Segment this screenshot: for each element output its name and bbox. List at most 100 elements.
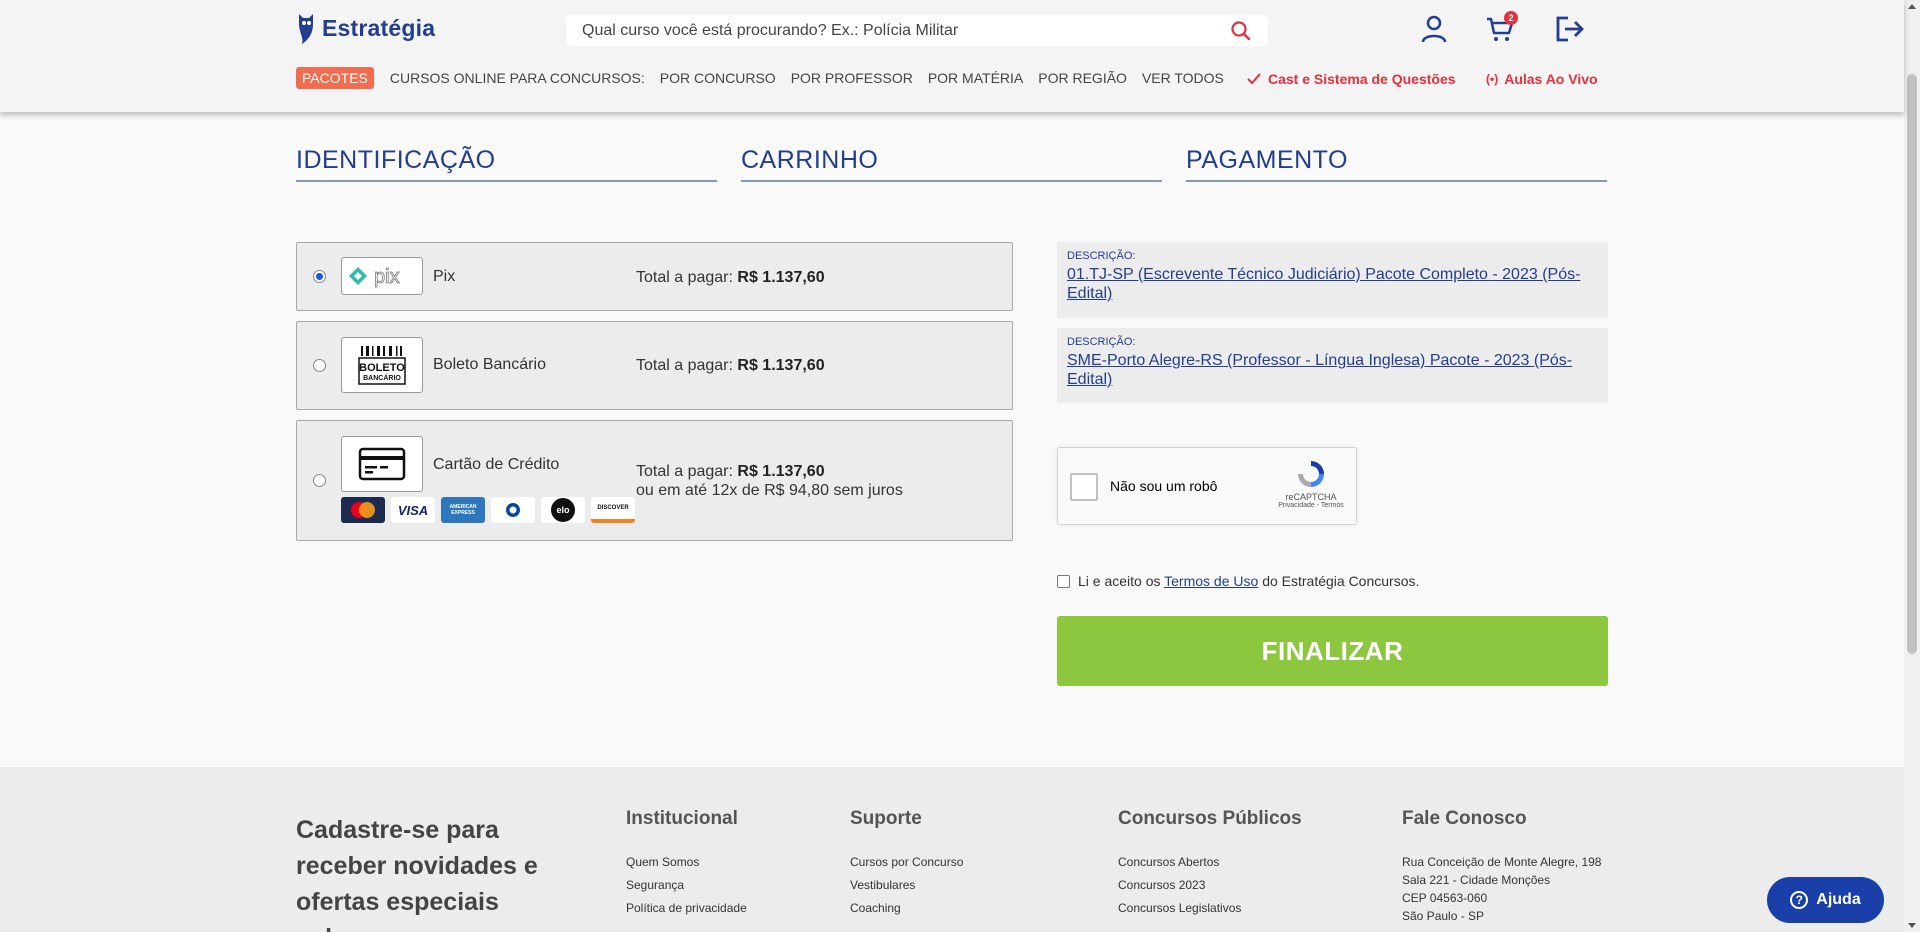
terms-after: do Estratégia Concursos.	[1262, 573, 1420, 589]
scrollbar[interactable]	[1904, 0, 1920, 932]
description-link[interactable]: SME-Porto Alegre-RS (Professor - Língua …	[1067, 351, 1598, 389]
svg-text:elo: elo	[556, 505, 570, 515]
footer-link[interactable]: Política de privacidade	[626, 901, 747, 915]
address-line: CEP 04563-060	[1402, 891, 1488, 905]
recaptcha-logo: reCAPTCHA Privacidade - Termos	[1276, 458, 1346, 509]
recaptcha-label: Não sou um robô	[1110, 478, 1218, 494]
footer-col-title: Concursos Públicos	[1118, 808, 1302, 829]
total-value: R$ 1.137,60	[737, 357, 825, 374]
installments-text: ou em até 12x de R$ 94,80 sem juros	[636, 482, 903, 499]
footer-link[interactable]: Concursos Legislativos	[1118, 901, 1302, 915]
visa-icon: VISA	[391, 497, 435, 523]
card-brands: VISA AMERICAN EXPRESS elo DISCOVER	[341, 497, 635, 523]
footer-col-title: Fale Conosco	[1402, 808, 1527, 829]
recaptcha-checkbox[interactable]	[1070, 473, 1098, 501]
svg-text:pix: pix	[374, 266, 400, 288]
address-line: São Paulo - SP	[1402, 909, 1485, 923]
finalizar-button[interactable]: FINALIZAR	[1057, 616, 1608, 686]
diners-icon	[491, 497, 535, 523]
step-pagamento: PAGAMENTO	[1186, 146, 1607, 182]
description-label: DESCRIÇÃO:	[1067, 250, 1136, 262]
help-button[interactable]: ? Ajuda	[1767, 877, 1884, 923]
total-value: R$ 1.137,60	[737, 463, 825, 480]
newsletter-heading: Cadastre-se para receber novidades e ofe…	[296, 816, 538, 932]
user-icon[interactable]	[1418, 13, 1450, 45]
recaptcha-icon	[1298, 461, 1324, 487]
scrollbar-thumb[interactable]	[1907, 74, 1917, 654]
nav-ver-todos[interactable]: VER TODOS	[1142, 70, 1224, 86]
scroll-up-arrow-icon[interactable]	[1908, 4, 1916, 9]
nav-cursos-online-label: CURSOS ONLINE PARA CONCURSOS:	[389, 70, 645, 86]
order-description-1: DESCRIÇÃO: 01.TJ-SP (Escrevente Técnico …	[1057, 242, 1608, 318]
description-label: DESCRIÇÃO:	[1067, 336, 1136, 348]
terms-link[interactable]: Termos de Uso	[1164, 573, 1258, 589]
boleto-total: Total a pagar: R$ 1.137,60	[636, 356, 825, 375]
cast-label: Cast e Sistema de Questões	[1268, 71, 1456, 87]
pix-radio[interactable]	[313, 270, 326, 283]
discover-icon: DISCOVER	[591, 497, 635, 523]
footer-institucional: Institucional Quem Somos Segurança Polít…	[626, 808, 747, 924]
aulas-ao-vivo-link[interactable]: (•) Aulas Ao Vivo	[1486, 71, 1598, 87]
aulas-label: Aulas Ao Vivo	[1504, 71, 1598, 87]
cart-count-badge: 2	[1504, 11, 1518, 25]
boleto-logo-icon: BOLETO BANCÁRIO	[341, 337, 423, 393]
payment-option-pix[interactable]: pix Pix Total a pagar: R$ 1.137,60	[296, 242, 1013, 311]
boleto-label: Boleto Bancário	[433, 356, 546, 373]
footer-col-title: Institucional	[626, 808, 738, 829]
search-icon[interactable]	[1230, 20, 1252, 42]
payment-option-cartao[interactable]: Cartão de Crédito Total a pagar: R$ 1.13…	[296, 420, 1013, 541]
nav-por-materia[interactable]: POR MATÉRIA	[928, 70, 1023, 86]
credit-card-icon	[341, 436, 423, 492]
recaptcha-widget: Não sou um robô reCAPTCHA Privacidade - …	[1057, 447, 1357, 525]
footer-link[interactable]: Cursos por Concurso	[850, 855, 963, 869]
pix-label: Pix	[433, 268, 456, 285]
footer-link[interactable]: Quem Somos	[626, 855, 747, 869]
help-label: Ajuda	[1816, 891, 1861, 908]
payment-option-boleto[interactable]: BOLETO BANCÁRIO Boleto Bancário Total a …	[296, 321, 1013, 410]
footer-link[interactable]: Vestibulares	[850, 878, 963, 892]
owl-logo-icon	[299, 14, 313, 44]
amex-icon: AMERICAN EXPRESS	[441, 497, 485, 523]
live-broadcast-icon: (•)	[1486, 72, 1499, 86]
step-label: CARRINHO	[741, 146, 879, 174]
step-carrinho: CARRINHO	[741, 146, 1162, 182]
terms-text: Li e aceito os Termos de Uso do Estratég…	[1078, 573, 1419, 589]
nav-por-concurso[interactable]: POR CONCURSO	[660, 70, 776, 86]
boleto-radio[interactable]	[313, 359, 326, 372]
description-link[interactable]: 01.TJ-SP (Escrevente Técnico Judiciário)…	[1067, 265, 1598, 303]
site-header: Estratégia 2 PACOTES CURSOS ONLINE PARA …	[0, 0, 1904, 112]
cast-link[interactable]: Cast e Sistema de Questões	[1246, 71, 1456, 87]
nav-por-professor[interactable]: POR PROFESSOR	[791, 70, 913, 86]
footer-link[interactable]: Concursos Abertos	[1118, 855, 1302, 869]
address-line: Sala 221 - Cidade Monções	[1402, 873, 1551, 887]
logout-icon[interactable]	[1554, 13, 1586, 45]
logo[interactable]: Estratégia	[296, 10, 435, 46]
nav-por-regiao[interactable]: POR REGIÃO	[1038, 70, 1127, 86]
elo-icon: elo	[541, 497, 585, 523]
search-input[interactable]	[582, 21, 1230, 40]
step-label: IDENTIFICAÇÃO	[296, 146, 496, 174]
cartao-radio[interactable]	[313, 474, 326, 487]
total-label: Total a pagar:	[636, 269, 733, 286]
address-line: Rua Conceição de Monte Alegre, 198	[1402, 855, 1602, 869]
mastercard-icon	[341, 497, 385, 523]
cart-icon[interactable]: 2	[1484, 11, 1518, 45]
step-identificacao: IDENTIFICAÇÃO	[296, 146, 717, 182]
total-label: Total a pagar:	[636, 463, 733, 480]
nav-pacotes[interactable]: PACOTES	[296, 67, 374, 89]
total-value: R$ 1.137,60	[737, 269, 825, 286]
logo-text: Estratégia	[322, 14, 436, 41]
footer-fale-conosco: Fale Conosco Rua Conceição de Monte Aleg…	[1402, 808, 1601, 927]
footer-concursos: Concursos Públicos Concursos Abertos Con…	[1118, 808, 1302, 924]
footer-link[interactable]: Coaching	[850, 901, 963, 915]
footer-link[interactable]: Segurança	[626, 878, 747, 892]
svg-text:BOLETO: BOLETO	[359, 362, 405, 374]
recaptcha-links[interactable]: Privacidade - Termos	[1276, 502, 1346, 509]
scroll-down-arrow-icon[interactable]	[1908, 923, 1916, 928]
cartao-total: Total a pagar: R$ 1.137,60 ou em até 12x…	[636, 462, 903, 500]
pix-logo-icon: pix	[341, 257, 423, 295]
footer-link[interactable]: Concursos 2023	[1118, 878, 1302, 892]
terms-agreement: Li e aceito os Termos de Uso do Estratég…	[1057, 573, 1419, 589]
terms-checkbox[interactable]	[1057, 574, 1070, 588]
recaptcha-brand: reCAPTCHA	[1285, 492, 1337, 502]
